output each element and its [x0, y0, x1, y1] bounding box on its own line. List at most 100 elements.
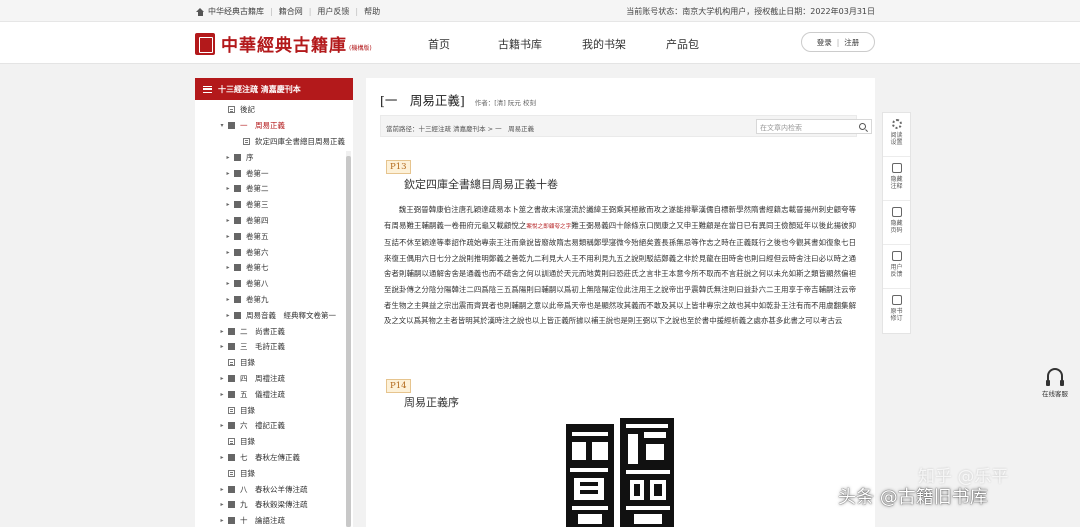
book-icon [234, 295, 241, 303]
expand-icon[interactable]: ▸ [225, 201, 231, 208]
sidebar-scrollbar-thumb[interactable] [346, 156, 351, 527]
toc-item[interactable]: ▸ 六 禮記正義 [195, 418, 353, 434]
nav-packages[interactable]: 产品包 [666, 36, 699, 52]
toc-item-label: 九 春秋穀梁傳注疏 [240, 500, 308, 510]
toc-item-label: 欽定四庫全書總目周易正義 [255, 136, 345, 146]
page-icon [228, 106, 235, 114]
expand-icon[interactable]: ▸ [225, 217, 231, 224]
expand-icon[interactable]: ▸ [219, 422, 225, 429]
toc-item[interactable]: ▸ 九 春秋穀梁傳注疏 [195, 497, 353, 513]
online-service[interactable]: 在线客服 [1040, 368, 1070, 398]
toc-item[interactable]: 目錄 [195, 355, 353, 371]
register-button[interactable]: 注册 [844, 37, 859, 48]
toc-item[interactable]: ▸ 卷第六 [195, 244, 353, 260]
toc-item[interactable]: ▸ 二 尚書正義 [195, 323, 353, 339]
expand-icon[interactable]: ▸ [219, 501, 225, 508]
page-icon [228, 438, 235, 446]
book-icon [234, 216, 241, 224]
expand-icon[interactable]: ▸ [219, 343, 225, 350]
toc-item[interactable]: ▸ 卷第九 [195, 292, 353, 308]
nav-bookshelf[interactable]: 我的书架 [582, 36, 626, 52]
top-bar: 中华经典古籍库 | 籍合网 | 用户反馈 | 帮助 当前账号状态：南京大学机构用… [0, 0, 1080, 22]
toc-item[interactable]: ▸ 五 儀禮注疏 [195, 386, 353, 402]
toc-item[interactable]: 目錄 [195, 402, 353, 418]
collapse-icon[interactable]: ▾ [219, 122, 225, 129]
reading-tools: 阅读设置 隐藏注释 隐藏页码 用户反馈 原书修订 [882, 112, 911, 334]
toc-item[interactable]: 目錄 [195, 434, 353, 450]
tool-hide-page-numbers[interactable]: 隐藏页码 [883, 201, 910, 245]
toc-item[interactable]: ▸ 四 周禮注疏 [195, 371, 353, 387]
top-link-feedback[interactable]: 用户反馈 [317, 6, 349, 17]
book-icon [234, 201, 241, 209]
toc-item[interactable]: ▸ 序 [195, 149, 353, 165]
expand-icon[interactable]: ▸ [225, 185, 231, 192]
toc-item[interactable]: ▸ 卷第八 [195, 276, 353, 292]
book-icon [234, 248, 241, 256]
expand-icon[interactable]: ▸ [225, 312, 231, 319]
expand-icon[interactable]: ▸ [225, 296, 231, 303]
logo-edition: (機構版) [349, 45, 372, 52]
toc-item[interactable]: ▸ 十 論語注疏 [195, 513, 353, 527]
toc-item-label: 三 毛詩正義 [240, 342, 285, 352]
header: 中華經典古籍庫 (機構版) 首页 古籍书库 我的书架 产品包 登录 | 注册 [0, 22, 1080, 64]
seal-stamp-image [564, 418, 676, 527]
book-icon [228, 485, 235, 493]
expand-icon[interactable]: ▸ [225, 233, 231, 240]
toc-item[interactable]: ▸ 三 毛詩正義 [195, 339, 353, 355]
article-search-input[interactable]: 在文章内检索 [756, 119, 872, 134]
expand-icon[interactable]: ▸ [225, 249, 231, 256]
expand-icon[interactable]: ▸ [219, 391, 225, 398]
site-logo[interactable]: 中華經典古籍庫 (機構版) [195, 31, 372, 56]
expand-icon[interactable]: ▸ [219, 517, 225, 524]
expand-icon[interactable]: ▸ [219, 454, 225, 461]
toc-item[interactable]: ▸ 卷第一 [195, 165, 353, 181]
toc-item-label: 卷第一 [246, 168, 269, 178]
login-button[interactable]: 登录 [817, 37, 832, 48]
toc-item[interactable]: ▸ 卷第七 [195, 260, 353, 276]
nav-home[interactable]: 首页 [428, 36, 450, 52]
toc-title: 十三經注疏 清嘉慶刊本 [218, 84, 301, 94]
toc-item[interactable]: ▸ 卷第五 [195, 228, 353, 244]
toc-item[interactable]: ▸ 七 春秋左傳正義 [195, 450, 353, 466]
expand-icon[interactable]: ▸ [219, 328, 225, 335]
toc-item[interactable]: 欽定四庫全書總目周易正義 [195, 134, 353, 150]
logo-seal-icon [195, 32, 215, 55]
tool-hide-notes[interactable]: 隐藏注释 [883, 157, 910, 201]
book-icon [228, 374, 235, 382]
toc-item[interactable]: 後記 [195, 102, 353, 118]
expand-icon[interactable]: ▸ [219, 486, 225, 493]
note-icon [891, 163, 902, 173]
top-link-help[interactable]: 帮助 [364, 6, 380, 17]
toc-item[interactable]: ▸ 卷第三 [195, 197, 353, 213]
toc-header[interactable]: 十三經注疏 清嘉慶刊本 [195, 78, 353, 100]
toc-item[interactable]: ▸ 八 春秋公羊傳注疏 [195, 481, 353, 497]
expand-icon[interactable]: ▸ [225, 264, 231, 271]
main-nav: 首页 古籍书库 我的书架 产品包 [428, 36, 739, 52]
nav-library[interactable]: 古籍书库 [498, 36, 542, 52]
expand-icon[interactable]: ▸ [225, 154, 231, 161]
expand-icon[interactable]: ▸ [219, 375, 225, 382]
toc-item-label: 目錄 [240, 437, 255, 447]
tool-user-feedback[interactable]: 用户反馈 [883, 245, 910, 289]
toc-item-label: 六 禮記正義 [240, 421, 285, 431]
toc-tree: 後記 ▾ 一 周易正義 欽定四庫全書總目周易正義 ▸ 序 ▸ 卷第一 ▸ 卷第二 ▸ 卷第三 ▸ 卷第四 ▸… [195, 100, 353, 527]
search-icon[interactable] [859, 123, 866, 130]
divider: | [836, 37, 840, 47]
book-icon [234, 185, 241, 193]
toc-item[interactable]: ▸ 卷第四 [195, 213, 353, 229]
tool-book-correction[interactable]: 原书修订 [883, 289, 910, 333]
toc-item[interactable]: ▾ 一 周易正義 [195, 118, 353, 134]
tool-reading-settings[interactable]: 阅读设置 [883, 113, 910, 157]
page-icon [891, 207, 902, 217]
toc-item[interactable]: ▸ 周易音義 經典釋文卷第一 [195, 307, 353, 323]
expand-icon[interactable]: ▸ [225, 280, 231, 287]
breadcrumb[interactable]: 當前路径：十三經注疏 清嘉慶刊本 > 一 周易正義 [386, 123, 534, 133]
toc-item[interactable]: 目錄 [195, 465, 353, 481]
expand-icon[interactable]: ▸ [225, 170, 231, 177]
account-status: 当前账号状态：南京大学机构用户，授权截止日期：2022年03月31日 [626, 7, 875, 16]
top-link-jihe[interactable]: 籍合网 [279, 6, 303, 17]
toc-item[interactable]: ▸ 卷第二 [195, 181, 353, 197]
toc-item-label: 卷第六 [246, 247, 269, 257]
toc-sidebar: 十三經注疏 清嘉慶刊本 後記 ▾ 一 周易正義 欽定四庫全書總目周易正義 ▸ 序 ▸ 卷第一 ▸… [195, 78, 353, 527]
top-link-home[interactable]: 中华经典古籍库 [208, 6, 264, 17]
